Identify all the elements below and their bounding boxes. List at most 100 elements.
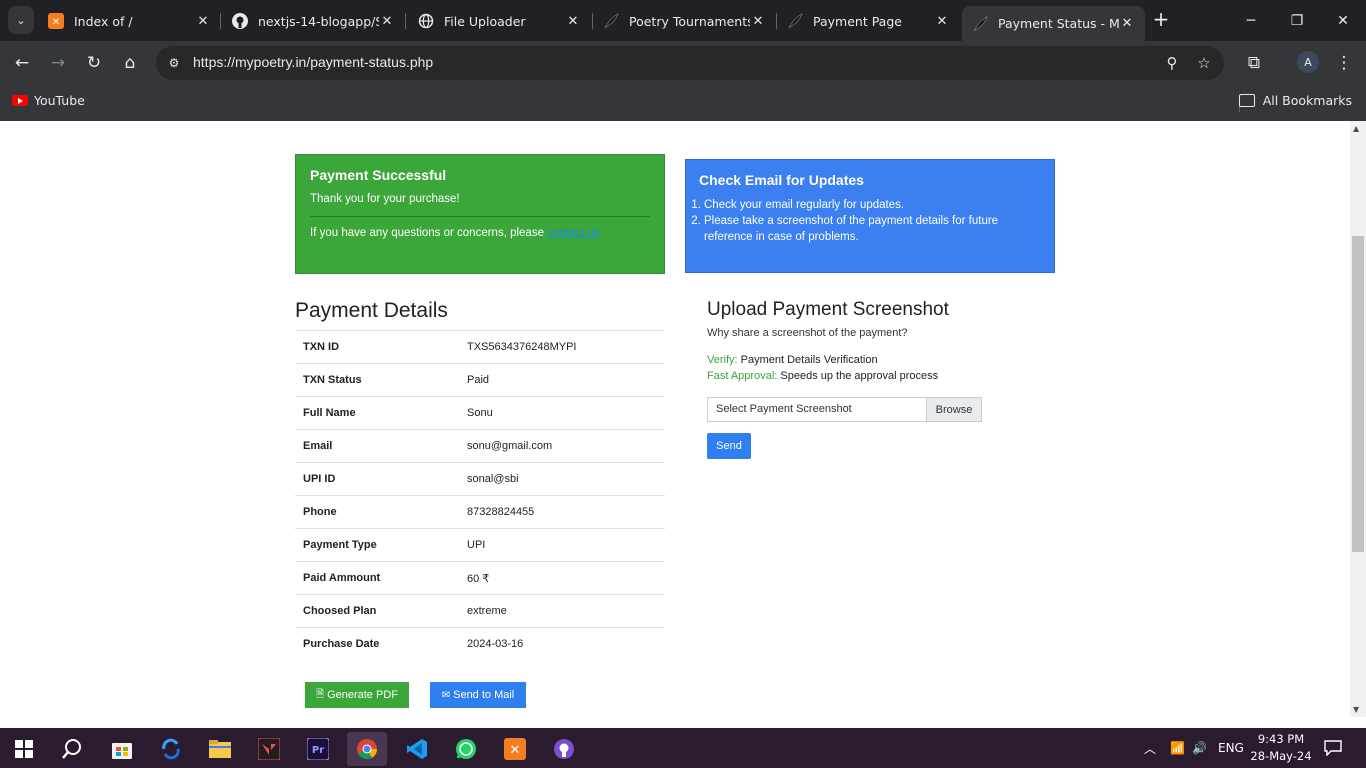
vscode-icon[interactable] [397, 732, 437, 766]
home-icon[interactable]: ⌂ [117, 50, 143, 76]
detail-value: 60 ₹ [459, 561, 665, 595]
detail-key: Paid Ammount [295, 561, 459, 595]
payment-success-alert: Payment Successful Thank you for your pu… [295, 154, 665, 274]
browse-button[interactable]: Browse [926, 398, 981, 421]
chevron-up-icon[interactable]: ︿ [1144, 728, 1156, 768]
tab-title: File Uploader [444, 13, 526, 29]
tab-strip: ⌄ ✕ Index of / ✕ nextjs-14-blogapp/Sc ✕ … [0, 0, 1366, 41]
screenshot-file-input[interactable]: Select Payment Screenshot Browse [707, 397, 982, 422]
restore-icon[interactable]: ❐ [1274, 0, 1320, 41]
all-bookmarks[interactable]: All Bookmarks [1238, 93, 1352, 108]
table-row: Paid Ammount 60 ₹ [295, 561, 665, 595]
github-desktop-icon[interactable] [544, 732, 584, 766]
detail-value: sonu@gmail.com [459, 429, 665, 463]
extensions-icon[interactable]: ⧉ [1241, 50, 1267, 76]
table-row: Payment Type UPI [295, 528, 665, 562]
tab-search-button[interactable]: ⌄ [8, 6, 34, 34]
detail-key: TXN Status [295, 363, 459, 397]
alert-title: Payment Successful [310, 167, 447, 183]
button-label: Send to Mail [453, 689, 515, 701]
fast-approval-reason: Fast Approval: Speeds up the approval pr… [707, 370, 938, 382]
detail-value: UPI [459, 528, 665, 562]
bookmark-star-icon[interactable]: ☆ [1194, 53, 1214, 73]
chrome-icon[interactable] [347, 732, 387, 766]
search-icon[interactable] [52, 732, 92, 766]
detail-key: Purchase Date [295, 627, 459, 661]
scroll-thumb[interactable] [1352, 236, 1364, 552]
detail-value: extreme [459, 594, 665, 628]
youtube-icon [12, 95, 28, 106]
scroll-up-icon[interactable]: ▲ [1353, 124, 1359, 133]
close-icon[interactable]: ✕ [565, 14, 581, 29]
table-row: Choosed Plan extreme [295, 594, 665, 628]
bookmark-youtube[interactable]: YouTube [12, 93, 85, 108]
tab-payment-status[interactable]: Payment Status - MyP ✕ [962, 6, 1145, 41]
send-to-mail-button[interactable]: ✉ Send to Mail [430, 682, 526, 708]
close-icon[interactable]: ✕ [750, 14, 766, 29]
page-viewport: Payment Successful Thank you for your pu… [0, 121, 1350, 717]
close-icon[interactable]: ✕ [195, 14, 211, 29]
scroll-down-icon[interactable]: ▼ [1353, 705, 1359, 714]
upload-title: Upload Payment Screenshot [707, 299, 949, 320]
notifications-icon[interactable] [1324, 728, 1342, 768]
envelope-icon: ✉ [441, 689, 451, 701]
table-row: UPI ID sonal@sbi [295, 462, 665, 496]
svg-text:✕: ✕ [510, 743, 521, 758]
table-row: TXN Status Paid [295, 363, 665, 397]
whatsapp-icon[interactable] [446, 732, 486, 766]
close-icon[interactable]: ✕ [934, 14, 950, 29]
file-placeholder[interactable]: Select Payment Screenshot [708, 398, 926, 421]
volume-icon[interactable]: 🔊 [1192, 728, 1207, 768]
menu-icon[interactable]: ⋮ [1331, 50, 1357, 76]
windows-start-icon[interactable] [4, 732, 44, 766]
payment-details-table: TXN ID TXS5634376248MYPI TXN Status Paid Ful… [295, 330, 665, 661]
language-indicator[interactable]: ENG [1218, 728, 1244, 768]
email-updates-alert: Check Email for Updates Check your email… [685, 159, 1055, 273]
divider [310, 216, 650, 217]
reload-icon[interactable]: ↻ [81, 50, 107, 76]
wifi-icon[interactable]: 📶 [1170, 728, 1185, 768]
send-button[interactable]: Send [707, 433, 751, 459]
back-icon[interactable]: ← [9, 50, 35, 76]
generate-pdf-button[interactable]: 🗎 Generate PDF [305, 682, 409, 708]
clock-date: 28-May-24 [1250, 749, 1312, 763]
system-clock[interactable]: 9:43 PM 28-May-24 [1250, 731, 1312, 765]
page-scrollbar[interactable]: ▲ ▼ [1350, 121, 1366, 717]
premiere-pro-icon[interactable]: Pr [298, 732, 338, 766]
file-explorer-icon[interactable] [200, 732, 240, 766]
tab-title: nextjs-14-blogapp/Sc [258, 13, 379, 29]
xampp-icon[interactable]: ✕ [495, 732, 535, 766]
contact-us-link[interactable]: contact us [547, 227, 599, 239]
tab-payment-page[interactable]: Payment Page ✕ [777, 6, 960, 36]
window-close-icon[interactable]: ✕ [1320, 0, 1366, 41]
bookmark-label: All Bookmarks [1262, 93, 1352, 108]
close-icon[interactable]: ✕ [1119, 16, 1135, 31]
tab-file-uploader[interactable]: File Uploader ✕ [408, 6, 591, 36]
tab-poetry-tournaments[interactable]: Poetry Tournaments ✕ [593, 6, 776, 36]
forward-icon[interactable]: → [45, 50, 71, 76]
list-item: Please take a screenshot of the payment … [704, 213, 1041, 245]
windows-taskbar: Pr ✕ ︿ 📶 🔊 ENG 9:43 PM 28-May-24 [0, 728, 1366, 768]
upload-subtitle: Why share a screenshot of the payment? [707, 327, 908, 339]
url-text[interactable]: https://mypoetry.in/payment-status.php [193, 54, 433, 70]
site-info-icon[interactable]: ⚙ [164, 53, 184, 73]
profile-avatar[interactable]: A [1297, 51, 1319, 73]
tab-github[interactable]: nextjs-14-blogapp/Sc ✕ [222, 6, 405, 36]
alert-title: Check Email for Updates [699, 172, 864, 188]
instructions-list: Check your email regularly for updates. … [691, 197, 1041, 245]
minimize-icon[interactable]: ─ [1228, 0, 1274, 41]
store-icon[interactable] [102, 732, 142, 766]
sync-icon[interactable] [151, 732, 191, 766]
address-bar[interactable]: ⚙ https://mypoetry.in/payment-status.php… [156, 46, 1224, 80]
valorant-icon[interactable] [249, 732, 289, 766]
table-row: TXN ID TXS5634376248MYPI [295, 330, 665, 364]
zoom-icon[interactable]: ⚲ [1162, 53, 1182, 73]
quill-icon [603, 13, 619, 29]
close-icon[interactable]: ✕ [379, 14, 395, 29]
detail-value: Sonu [459, 396, 665, 430]
detail-key: Payment Type [295, 528, 459, 562]
new-tab-button[interactable]: + [1151, 9, 1171, 31]
bookmark-label: YouTube [34, 93, 85, 108]
detail-value: TXS5634376248MYPI [459, 330, 665, 364]
tab-index[interactable]: ✕ Index of / ✕ [38, 6, 221, 36]
